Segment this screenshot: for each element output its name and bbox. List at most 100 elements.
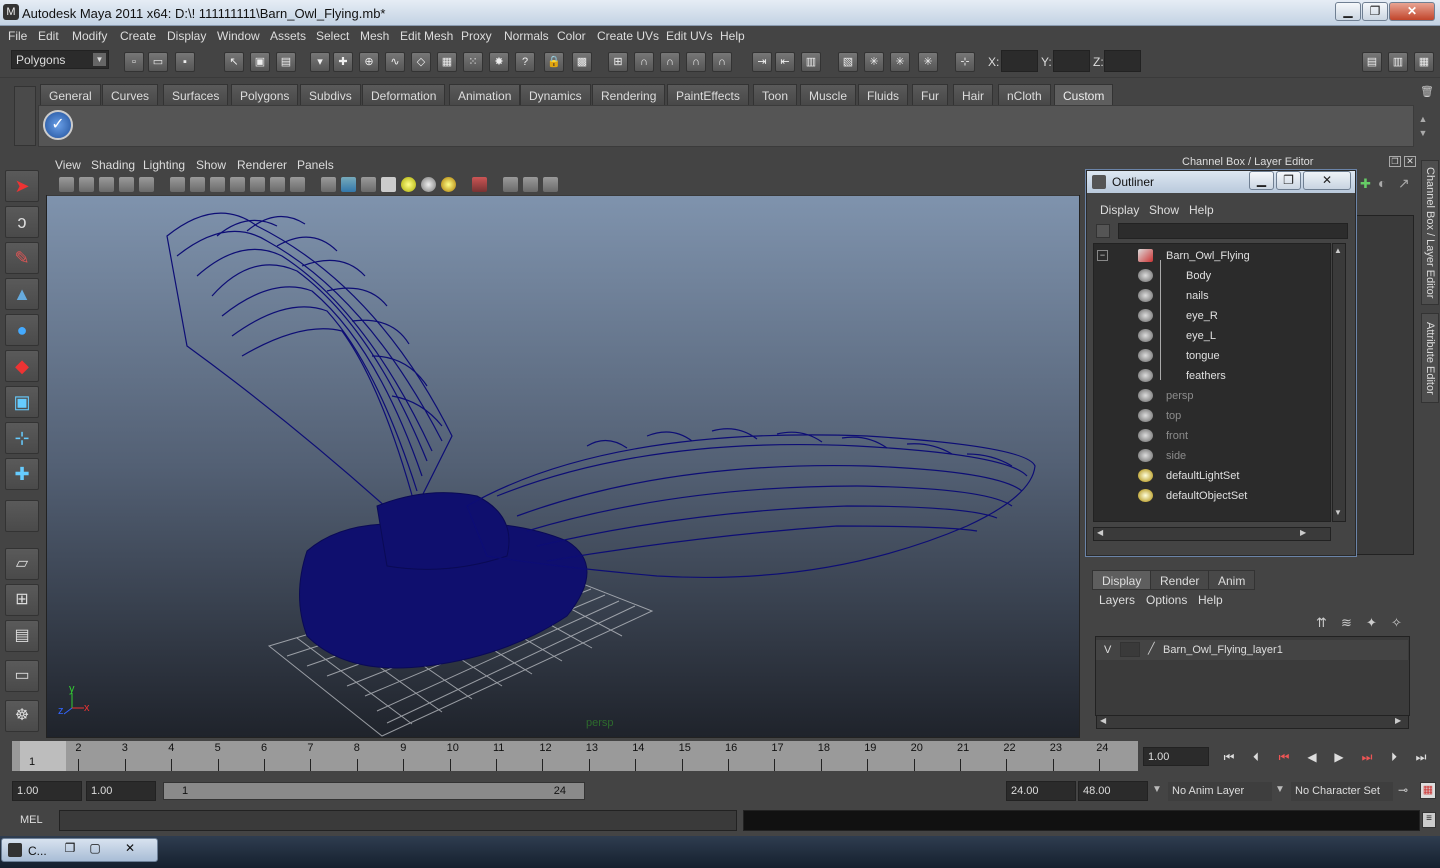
- input-ops-icon[interactable]: ⇥: [752, 52, 772, 72]
- x-field[interactable]: [1001, 50, 1038, 72]
- playback-start-field[interactable]: 1.00: [86, 781, 156, 801]
- current-time-marker[interactable]: [20, 741, 66, 771]
- anim-layer-select[interactable]: No Anim Layer: [1168, 782, 1272, 801]
- outliner-item[interactable]: defaultObjectSet: [1094, 486, 1330, 506]
- tab-render[interactable]: Render: [1150, 570, 1210, 590]
- image-plane-icon[interactable]: [119, 177, 134, 192]
- channel-attribute-icon[interactable]: ↗: [1398, 175, 1410, 192]
- rotate-tool-icon[interactable]: ●: [5, 314, 39, 346]
- custom-shelf-check-icon[interactable]: ✓: [43, 110, 73, 140]
- menu-edit-uvs[interactable]: Edit UVs: [666, 29, 713, 43]
- viewport-menu-lighting[interactable]: Lighting: [143, 158, 185, 172]
- select-hierarchy-icon[interactable]: ↖: [224, 52, 244, 72]
- menu-create-uvs[interactable]: Create UVs: [597, 29, 659, 43]
- animation-preferences-icon[interactable]: ▦: [1420, 782, 1436, 799]
- outliner-menu-show[interactable]: Show: [1149, 203, 1179, 217]
- playback-end-field[interactable]: 24.00: [1006, 781, 1076, 801]
- menu-file[interactable]: File: [8, 29, 27, 43]
- menu-help[interactable]: Help: [720, 29, 745, 43]
- auto-key-key-icon[interactable]: ⊸: [1398, 783, 1408, 797]
- select-object-icon[interactable]: ▣: [250, 52, 270, 72]
- tab-channel-box-layer-editor[interactable]: Channel Box / Layer Editor: [1421, 160, 1439, 305]
- layer-horizontal-scrollbar[interactable]: ◀ ▶: [1096, 715, 1409, 729]
- frame-all-icon[interactable]: [523, 177, 538, 192]
- taskbar-restore-icon[interactable]: ❐: [60, 841, 80, 857]
- layer-color-icon[interactable]: ╱: [1148, 642, 1155, 655]
- toggle-attribute-editor-icon[interactable]: ▤: [1362, 52, 1382, 72]
- character-set-select[interactable]: No Character Set: [1291, 782, 1393, 801]
- select-by-curve-icon[interactable]: ∿: [385, 52, 405, 72]
- wireframe-on-shaded-icon[interactable]: [361, 177, 376, 192]
- render-settings-icon[interactable]: ✳: [918, 52, 938, 72]
- outliner-item[interactable]: eye_L: [1094, 326, 1330, 346]
- character-set-dropdown-icon[interactable]: ▼: [1275, 784, 1285, 795]
- camera-attributes-icon[interactable]: [79, 177, 94, 192]
- select-component-icon[interactable]: ▤: [276, 52, 296, 72]
- outliner-menu-help[interactable]: Help: [1189, 203, 1214, 217]
- tab-painteffects[interactable]: PaintEffects: [667, 84, 749, 105]
- perspective-view[interactable]: y x z persp: [47, 196, 1079, 737]
- layer-menu-options[interactable]: Options: [1146, 593, 1187, 607]
- play-backwards-icon[interactable]: ◀: [1303, 750, 1321, 766]
- scroll-down-icon[interactable]: ▼: [1334, 508, 1344, 517]
- resolution-gate-icon[interactable]: [210, 177, 225, 192]
- select-by-joint-icon[interactable]: ⊕: [359, 52, 379, 72]
- viewport-menu-renderer[interactable]: Renderer: [237, 158, 287, 172]
- safe-title-icon[interactable]: [290, 177, 305, 192]
- snap-curve-icon[interactable]: ∩: [634, 52, 654, 72]
- lock-selection-icon[interactable]: 🔒: [544, 52, 564, 72]
- outliner-item[interactable]: nails: [1094, 286, 1330, 306]
- outliner-item[interactable]: side: [1094, 446, 1330, 466]
- outliner-minimize-button[interactable]: ▁: [1249, 171, 1274, 190]
- outliner-close-button[interactable]: ✕: [1303, 171, 1351, 190]
- highlight-selection-icon[interactable]: ▩: [572, 52, 592, 72]
- tab-display[interactable]: Display: [1092, 570, 1152, 590]
- mask-dropdown-icon[interactable]: ▾: [310, 52, 330, 72]
- tab-fluids[interactable]: Fluids: [858, 84, 909, 105]
- tab-muscle[interactable]: Muscle: [800, 84, 857, 105]
- script-editor-icon[interactable]: ≡: [1422, 812, 1436, 828]
- shelf-trash-icon[interactable]: 🗑: [1420, 85, 1434, 99]
- construction-history-icon[interactable]: ▥: [801, 52, 821, 72]
- outliner-item[interactable]: top: [1094, 406, 1330, 426]
- layer-menu-layers[interactable]: Layers: [1099, 593, 1135, 607]
- tab-rendering[interactable]: Rendering: [592, 84, 666, 105]
- command-language-toggle[interactable]: MEL: [20, 814, 43, 826]
- transform-mode-icon[interactable]: ⊹: [955, 52, 975, 72]
- last-tool-icon[interactable]: [5, 500, 39, 532]
- select-by-render-icon[interactable]: ✸: [489, 52, 509, 72]
- hud-icon[interactable]: [543, 177, 558, 192]
- outliner-vertical-scrollbar[interactable]: ▲ ▼: [1332, 243, 1346, 522]
- outliner-item[interactable]: defaultLightSet: [1094, 466, 1330, 486]
- menu-set-selector[interactable]: Polygons ▼: [11, 50, 109, 69]
- outliner-layout-icon[interactable]: ▤: [5, 620, 39, 652]
- isolate-select-icon[interactable]: [503, 177, 518, 192]
- outliner-item[interactable]: feathers: [1094, 366, 1330, 386]
- maximize-button[interactable]: ❐: [1362, 2, 1388, 21]
- menu-modify[interactable]: Modify: [72, 29, 107, 43]
- show-manipulator-icon[interactable]: ✚: [5, 458, 39, 490]
- tab-toon[interactable]: Toon: [753, 84, 798, 105]
- tab-general[interactable]: General: [40, 84, 101, 105]
- close-panel-icon[interactable]: ✕: [1404, 156, 1416, 167]
- tab-surfaces[interactable]: Surfaces: [163, 84, 229, 105]
- outliner-item[interactable]: Body: [1094, 266, 1330, 286]
- shelf-options-handle[interactable]: [14, 86, 36, 146]
- xray-icon[interactable]: [472, 177, 487, 192]
- tab-fur[interactable]: Fur: [912, 84, 948, 105]
- select-tool-icon[interactable]: ➤: [5, 170, 39, 202]
- channel-key-icon[interactable]: ✚: [1360, 176, 1371, 192]
- tab-polygons[interactable]: Polygons: [231, 84, 299, 105]
- render-view-icon[interactable]: ▧: [838, 52, 858, 72]
- channel-layer-icon[interactable]: ◐: [1378, 175, 1386, 191]
- viewport-menu-shading[interactable]: Shading: [91, 158, 135, 172]
- shelf-scroll-icon[interactable]: ▲ ▼: [1416, 112, 1430, 142]
- layer-menu-help[interactable]: Help: [1198, 593, 1223, 607]
- new-scene-icon[interactable]: ▫: [124, 52, 144, 72]
- two-d-pan-icon[interactable]: [139, 177, 154, 192]
- step-forward-frame-icon[interactable]: ⏵: [1385, 750, 1403, 766]
- layer-scroll-right-icon[interactable]: ▶: [1395, 716, 1401, 725]
- outliner-menu-display[interactable]: Display: [1100, 203, 1139, 217]
- close-button[interactable]: ✕: [1389, 2, 1435, 21]
- viewport-menu-view[interactable]: View: [55, 158, 81, 172]
